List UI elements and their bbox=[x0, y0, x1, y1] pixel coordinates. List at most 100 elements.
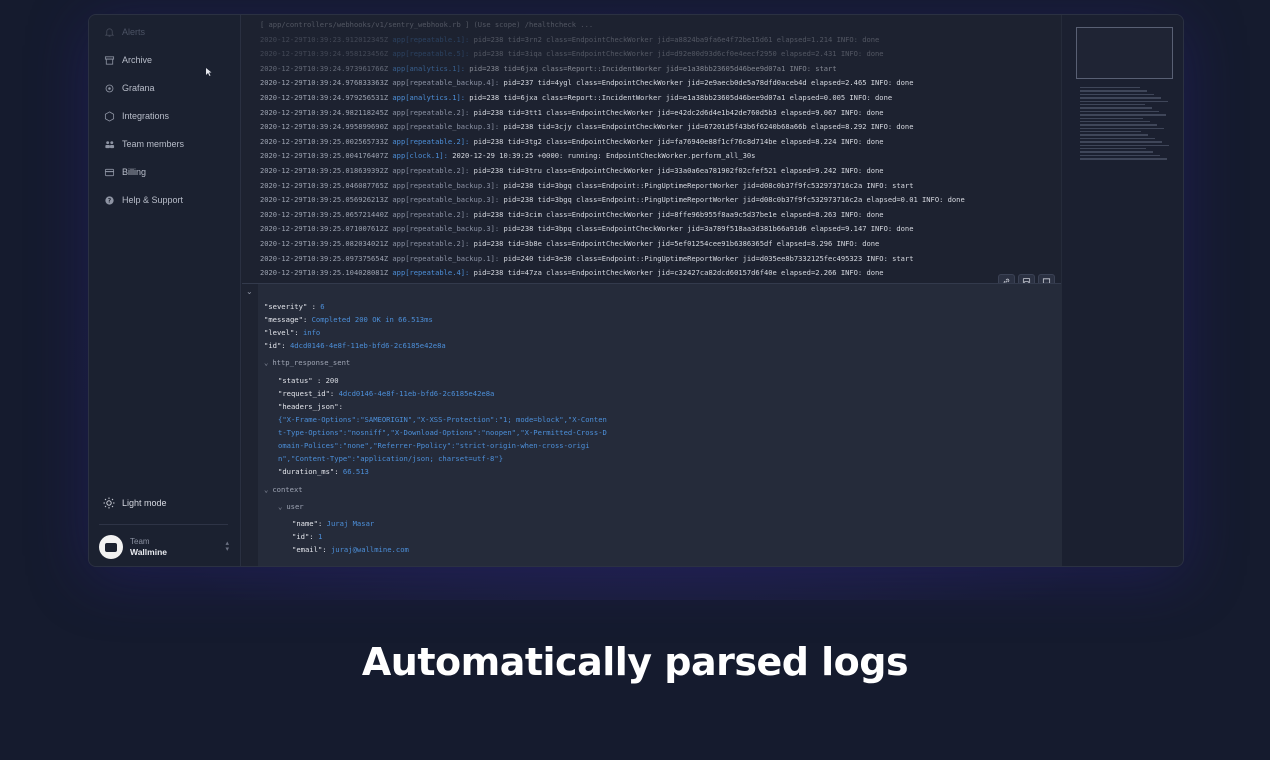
team-avatar bbox=[99, 535, 123, 559]
log-source: app[repeatable_backup.3]: bbox=[392, 195, 500, 205]
minimap-line bbox=[1080, 87, 1140, 89]
log-source: app[repeatable_backup.3]: bbox=[392, 122, 500, 132]
field-user-email: "email": juraj@wallmine.com bbox=[292, 545, 409, 554]
log-source: app[repeatable_backup.3]: bbox=[392, 224, 500, 234]
section-http-response-sent[interactable]: ⌄ http_response_sent bbox=[264, 358, 350, 367]
log-line[interactable]: 2020-12-29T10:39:24.973961766Z app[analy… bbox=[260, 62, 1061, 77]
log-timestamp: 2020-12-29T10:39:25.004176407Z bbox=[260, 151, 389, 161]
log-message: pid=238 tid=3bgq class=Endpoint::PingUpt… bbox=[503, 195, 965, 205]
sidebar-item-label: Integrations bbox=[122, 111, 170, 121]
sidebar-item-grafana[interactable]: Grafana bbox=[89, 74, 240, 102]
sidebar-nav: Alerts Archive Grafana Integrations Team mem… bbox=[89, 15, 240, 214]
detail-gutter: ⌄ bbox=[242, 284, 258, 566]
minimap-line bbox=[1080, 120, 1150, 123]
log-timestamp: 2020-12-29T10:39:23.912012345Z bbox=[260, 34, 389, 44]
status-value: 200 bbox=[325, 376, 339, 385]
minimap-line bbox=[1080, 134, 1148, 136]
minimap-viewport[interactable] bbox=[1076, 27, 1173, 79]
sidebar-item-alerts[interactable]: Alerts bbox=[89, 18, 240, 46]
sun-icon bbox=[103, 497, 115, 509]
log-line[interactable]: 2020-12-29T10:39:25.002565733Z app[repea… bbox=[260, 135, 1061, 150]
team-members-icon bbox=[103, 138, 115, 150]
headers-json-line: t-Type-Options":"nosniff","X-Download-Op… bbox=[278, 428, 607, 437]
sidebar-item-billing[interactable]: Billing bbox=[89, 158, 240, 186]
log-line[interactable]: 2020-12-29T10:39:24.958123456Z app[repea… bbox=[260, 47, 1061, 62]
sidebar-item-label: Billing bbox=[122, 167, 147, 177]
minimap-lines bbox=[1080, 87, 1170, 162]
log-source: app[repeatable.2]: bbox=[392, 165, 470, 175]
minimap-line bbox=[1080, 137, 1155, 140]
chevron-down-icon: ⌄ bbox=[264, 485, 269, 494]
sidebar-item-label: Archive bbox=[122, 55, 153, 65]
sidebar-item-team-members[interactable]: Team members bbox=[89, 130, 240, 158]
section-context[interactable]: ⌄ context bbox=[264, 485, 303, 494]
log-timestamp: 2020-12-29T10:39:25.071007612Z bbox=[260, 224, 389, 234]
log-line[interactable]: 2020-12-29T10:39:25.004176407Z app[clock… bbox=[260, 149, 1061, 164]
team-label: Team bbox=[130, 537, 150, 546]
log-message: pid=238 tid=3tg2 class=EndpointCheckWork… bbox=[473, 136, 884, 146]
log-source: app[repeatable_backup.3]: bbox=[392, 180, 500, 190]
minimap-line bbox=[1080, 151, 1153, 153]
log-line[interactable]: 2020-12-29T10:39:24.976833363Z app[repea… bbox=[260, 76, 1061, 91]
minimap-line bbox=[1080, 114, 1166, 116]
user-email-value: juraj@wallmine.com bbox=[330, 545, 409, 554]
log-line[interactable]: 2020-12-29T10:39:25.071007612Z app[repea… bbox=[260, 222, 1061, 237]
log-line[interactable]: 2020-12-29T10:39:25.065721440Z app[repea… bbox=[260, 208, 1061, 223]
log-source: app[repeatable_backup.1]: bbox=[392, 253, 500, 263]
integrations-icon bbox=[103, 110, 115, 122]
sidebar-item-label: Help & Support bbox=[122, 195, 184, 205]
log-source: app[repeatable.2]: bbox=[392, 107, 470, 117]
headers-json-line: {"X-Frame-Options":"SAMEORIGIN","X-XSS-P… bbox=[278, 415, 607, 424]
log-timestamp: 2020-12-29T10:39:25.097375654Z bbox=[260, 253, 389, 263]
log-line[interactable]: 2020-12-29T10:39:25.097375654Z app[repea… bbox=[260, 252, 1061, 267]
log-timestamp: 2020-12-29T10:39:24.995899690Z bbox=[260, 122, 389, 132]
log-source: app[analytics.1]: bbox=[392, 63, 466, 73]
log-message: [ app/controllers/webhooks/v1/sentry_web… bbox=[260, 20, 594, 29]
log-line[interactable]: [ app/controllers/webhooks/v1/sentry_web… bbox=[260, 18, 1061, 33]
log-line[interactable]: 2020-12-29T10:39:25.018639392Z app[repea… bbox=[260, 164, 1061, 179]
section-user[interactable]: ⌄ user bbox=[278, 502, 304, 511]
log-message: pid=238 tid=3cim class=EndpointCheckWork… bbox=[473, 209, 884, 219]
log-line[interactable]: 2020-12-29T10:39:24.982118245Z app[repea… bbox=[260, 106, 1061, 121]
light-mode-toggle[interactable]: Light mode bbox=[103, 497, 167, 509]
log-source: app[repeatable.1]: bbox=[392, 34, 470, 44]
minimap-line bbox=[1080, 124, 1157, 126]
minimap-line bbox=[1080, 90, 1147, 92]
svg-text:?: ? bbox=[107, 197, 111, 204]
log-line[interactable]: 2020-12-29T10:39:25.056926213Z app[repea… bbox=[260, 193, 1061, 208]
wallmine-logo-icon bbox=[105, 542, 117, 552]
field-severity: "severity" : 6 bbox=[264, 302, 325, 311]
light-mode-label: Light mode bbox=[122, 498, 167, 508]
field-level: "level": info bbox=[264, 328, 321, 337]
log-timestamp: 2020-12-29T10:39:25.082034021Z bbox=[260, 238, 389, 248]
log-line[interactable]: 2020-12-29T10:39:25.082034021Z app[repea… bbox=[260, 237, 1061, 252]
level-value: info bbox=[302, 328, 321, 337]
log-message: pid=238 tid=3rn2 class=EndpointCheckWork… bbox=[473, 34, 880, 44]
help-icon: ? bbox=[103, 194, 115, 206]
log-timestamp: 2020-12-29T10:39:25.046087765Z bbox=[260, 180, 389, 190]
field-headers-json: "headers_json": bbox=[278, 402, 343, 411]
archive-icon bbox=[103, 54, 115, 66]
log-line[interactable]: 2020-12-29T10:39:24.995899690Z app[repea… bbox=[260, 120, 1061, 135]
sidebar-item-archive[interactable]: Archive bbox=[89, 46, 240, 74]
minimap-line bbox=[1080, 144, 1169, 147]
chevron-updown-icon: ▴ ▾ bbox=[225, 540, 229, 553]
sidebar-item-integrations[interactable]: Integrations bbox=[89, 102, 240, 130]
collapse-detail-chevron-icon[interactable]: ⌄ bbox=[246, 287, 253, 296]
log-line[interactable]: 2020-12-29T10:39:24.979256531Z app[analy… bbox=[260, 91, 1061, 106]
severity-value: 6 bbox=[320, 302, 325, 311]
log-line[interactable]: 2020-12-29T10:39:23.912012345Z app[repea… bbox=[260, 33, 1061, 48]
team-switcher[interactable]: Team Wallmine ▴ ▾ bbox=[99, 532, 229, 562]
field-request-id: "request_id": 4dcd0146-4e8f-11eb-bfd6-2c… bbox=[278, 389, 495, 398]
id-value: 4dcd0146-4e8f-11eb-bfd6-2c6185e42e8a bbox=[289, 341, 446, 350]
log-message: pid=238 tid=47za class=EndpointCheckWork… bbox=[473, 268, 884, 278]
log-line[interactable]: 2020-12-29T10:39:25.104028081Z app[repea… bbox=[260, 266, 1061, 281]
log-timestamp: 2020-12-29T10:39:24.976833363Z bbox=[260, 78, 389, 88]
billing-icon bbox=[103, 166, 115, 178]
log-message: pid=238 tid=3tt1 class=EndpointCheckWork… bbox=[473, 107, 884, 117]
log-timestamp: 2020-12-29T10:39:24.958123456Z bbox=[260, 49, 389, 59]
log-minimap[interactable] bbox=[1061, 15, 1183, 566]
sidebar-item-help-support[interactable]: ? Help & Support bbox=[89, 186, 240, 214]
minimap-line bbox=[1080, 100, 1168, 102]
log-line[interactable]: 2020-12-29T10:39:25.046087765Z app[repea… bbox=[260, 179, 1061, 194]
